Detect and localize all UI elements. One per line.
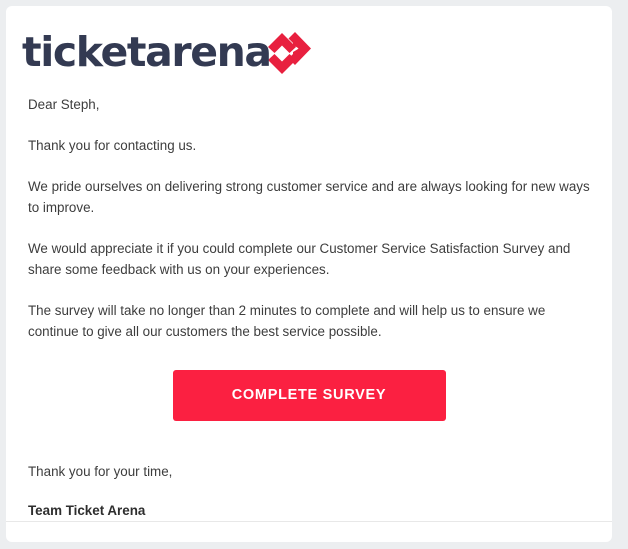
email-footer: Review collection powered by Reviews.io [6, 521, 612, 542]
footer-credit-text: Review collection powered by Reviews.io [192, 541, 427, 542]
email-header: ticketarena [6, 6, 612, 84]
cta-container: COMPLETE SURVEY [28, 370, 590, 421]
logo-wordmark-text: ticketarena [22, 28, 272, 76]
greeting-text: Dear Steph, [28, 97, 100, 112]
paragraph-thanks: Thank you for contacting us. [28, 138, 197, 153]
footer-credit-label: Review collection powered by [192, 541, 361, 542]
email-body: Dear Steph, Thank you for contacting us.… [6, 84, 612, 521]
reviews-io-link[interactable]: Reviews.io [361, 541, 426, 542]
paragraph-pride: We pride ourselves on delivering strong … [28, 179, 590, 215]
complete-survey-button[interactable]: COMPLETE SURVEY [172, 370, 446, 421]
email-card: ticketarena Dear Steph, Thank you for co… [6, 6, 612, 542]
signoff-text: Thank you for your time, [28, 464, 173, 479]
signoff-team-name: Team Ticket Arena [28, 503, 146, 518]
paragraph-survey-request: We would appreciate it if you could comp… [28, 241, 571, 277]
ticketarena-logo[interactable]: ticketarena [22, 21, 612, 84]
paragraph-survey-duration: The survey will take no longer than 2 mi… [28, 303, 546, 339]
email-page-background: ticketarena Dear Steph, Thank you for co… [0, 0, 628, 549]
